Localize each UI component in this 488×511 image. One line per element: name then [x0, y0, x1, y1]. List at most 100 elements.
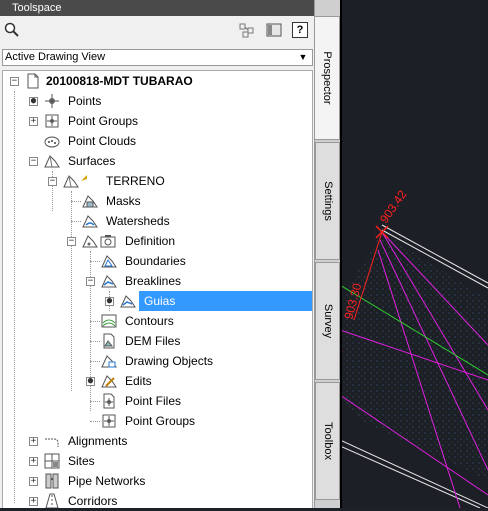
magnifier-icon[interactable]: [4, 22, 20, 38]
expand-toggle[interactable]: +: [29, 457, 38, 466]
collapse-toggle[interactable]: −: [48, 177, 57, 186]
breakline-icon: [120, 293, 136, 309]
drawing-canvas[interactable]: 903.42 903.30 54: [330, 0, 488, 509]
tree-line: [90, 261, 100, 262]
tree-item-dem-files[interactable]: DEM Files: [3, 331, 312, 351]
tree-label: Guias: [139, 291, 312, 311]
toolspace-panel: Toolspace ? Active Drawing View ▼ − 2010…: [0, 0, 314, 508]
tree-label: Drawing Objects: [125, 354, 214, 368]
tree-item-edits[interactable]: ● Edits: [3, 371, 312, 391]
point-groups-icon: [101, 413, 117, 429]
tab-survey[interactable]: Survey: [315, 262, 340, 380]
collapse-toggle[interactable]: −: [10, 77, 19, 86]
tree-item-guias[interactable]: ● Guias: [3, 291, 312, 311]
tree-item-surfaces[interactable]: − Surfaces: [3, 151, 312, 171]
dem-files-icon: [101, 333, 117, 349]
tree-label: Point Groups: [125, 414, 196, 428]
tree-item-pipe-networks[interactable]: + Pipe Networks: [3, 471, 312, 491]
tree-item-point-files[interactable]: Point Files: [3, 391, 312, 411]
breaklines-icon: [101, 273, 117, 289]
tree-item-drawing-objects[interactable]: Drawing Objects: [3, 351, 312, 371]
surface-icon: [63, 173, 79, 189]
flag-icon: [80, 171, 88, 181]
contours-icon: [101, 313, 117, 329]
tree-line: [71, 221, 81, 222]
tree-label: Contours: [125, 314, 174, 328]
tree-item-masks[interactable]: Masks: [3, 191, 312, 211]
tree-item-corridors[interactable]: + Corridors: [3, 491, 312, 508]
tree-label: Surfaces: [68, 154, 116, 168]
tree-item-drawing[interactable]: − 20100818-MDT TUBARAO: [3, 71, 312, 91]
tab-settings[interactable]: Settings: [315, 142, 340, 260]
tree-label: Alignments: [68, 434, 128, 448]
sites-icon: [44, 453, 60, 469]
corridors-icon: [44, 493, 60, 508]
point-files-icon: [101, 393, 117, 409]
tree-item-sites[interactable]: + Sites: [3, 451, 312, 471]
tree-line: [90, 361, 100, 362]
tree-line: [90, 421, 100, 422]
toolbar: ?: [0, 16, 314, 46]
chevron-down-icon[interactable]: ▼: [296, 50, 310, 65]
tree-label: 20100818-MDT TUBARAO: [46, 74, 193, 88]
collapse-toggle[interactable]: −: [86, 277, 95, 286]
tree-item-boundaries[interactable]: Boundaries: [3, 251, 312, 271]
tree-label: Point Clouds: [68, 134, 137, 148]
help-button[interactable]: ?: [292, 22, 308, 38]
point-groups-icon: [44, 113, 60, 129]
tree-line: [90, 341, 100, 342]
list-view-icon[interactable]: [266, 22, 282, 38]
boundaries-icon: [101, 253, 117, 269]
camera-icon: [100, 233, 116, 249]
tree-label: Corridors: [68, 494, 118, 508]
tree-item-alignments[interactable]: + Alignments: [3, 431, 312, 451]
view-select[interactable]: Active Drawing View ▼: [2, 49, 313, 66]
points-icon: [44, 93, 60, 109]
collapse-toggle[interactable]: −: [67, 237, 76, 246]
tab-toolbox[interactable]: Toolbox: [315, 382, 340, 500]
tree-item-terreno[interactable]: − TERRENO: [3, 171, 312, 191]
edits-toggle[interactable]: ●: [86, 377, 95, 386]
elevation-label-top: 903.42: [377, 187, 410, 225]
item-view-icon[interactable]: [239, 22, 255, 38]
tree-item-definition[interactable]: − Definition: [3, 231, 312, 251]
tree-item-breaklines[interactable]: − Breaklines: [3, 271, 312, 291]
tree-item-watersheds[interactable]: Watersheds: [3, 211, 312, 231]
surface-points: [340, 232, 488, 480]
guias-toggle[interactable]: ●: [105, 297, 114, 306]
drawing-svg: 903.42 903.30 54: [330, 187, 488, 509]
tree-item-point-groups-sub[interactable]: Point Groups: [3, 411, 312, 431]
points-toggle[interactable]: ●: [29, 97, 38, 106]
expand-toggle[interactable]: +: [29, 437, 38, 446]
tree-line: [90, 401, 100, 402]
tree-item-point-clouds[interactable]: Point Clouds: [3, 131, 312, 151]
tree-label: Points: [68, 94, 102, 108]
expand-toggle[interactable]: +: [29, 117, 38, 126]
surfaces-icon: [44, 153, 60, 169]
document-icon: [25, 73, 41, 89]
tree-item-contours[interactable]: Contours: [3, 311, 312, 331]
tree-label: Boundaries: [125, 254, 186, 268]
toolspace-title: Toolspace: [0, 0, 314, 16]
tree-label: Definition: [125, 234, 176, 248]
tree-label: Masks: [106, 194, 141, 208]
tree-label: Point Files: [125, 394, 182, 408]
tree-item-point-groups[interactable]: + Point Groups: [3, 111, 312, 131]
expand-toggle[interactable]: +: [29, 477, 38, 486]
expand-toggle[interactable]: +: [29, 497, 38, 506]
tab-prospector[interactable]: Prospector: [315, 16, 340, 140]
definition-icon: [82, 233, 98, 249]
tree-label: Edits: [125, 374, 152, 388]
tree-item-points[interactable]: ● Points: [3, 91, 312, 111]
tree-label: Sites: [68, 454, 95, 468]
prospector-tree: − 20100818-MDT TUBARAO ● Points + Point …: [2, 70, 313, 508]
edits-icon: [101, 373, 117, 389]
alignments-icon: [44, 433, 60, 449]
tree-label: DEM Files: [125, 334, 181, 348]
point-clouds-icon: [44, 133, 60, 149]
collapse-toggle[interactable]: −: [29, 157, 38, 166]
view-select-value: Active Drawing View: [5, 51, 106, 63]
tree-line: [71, 201, 81, 202]
pipe-networks-icon: [44, 473, 60, 489]
masks-icon: [82, 193, 98, 209]
